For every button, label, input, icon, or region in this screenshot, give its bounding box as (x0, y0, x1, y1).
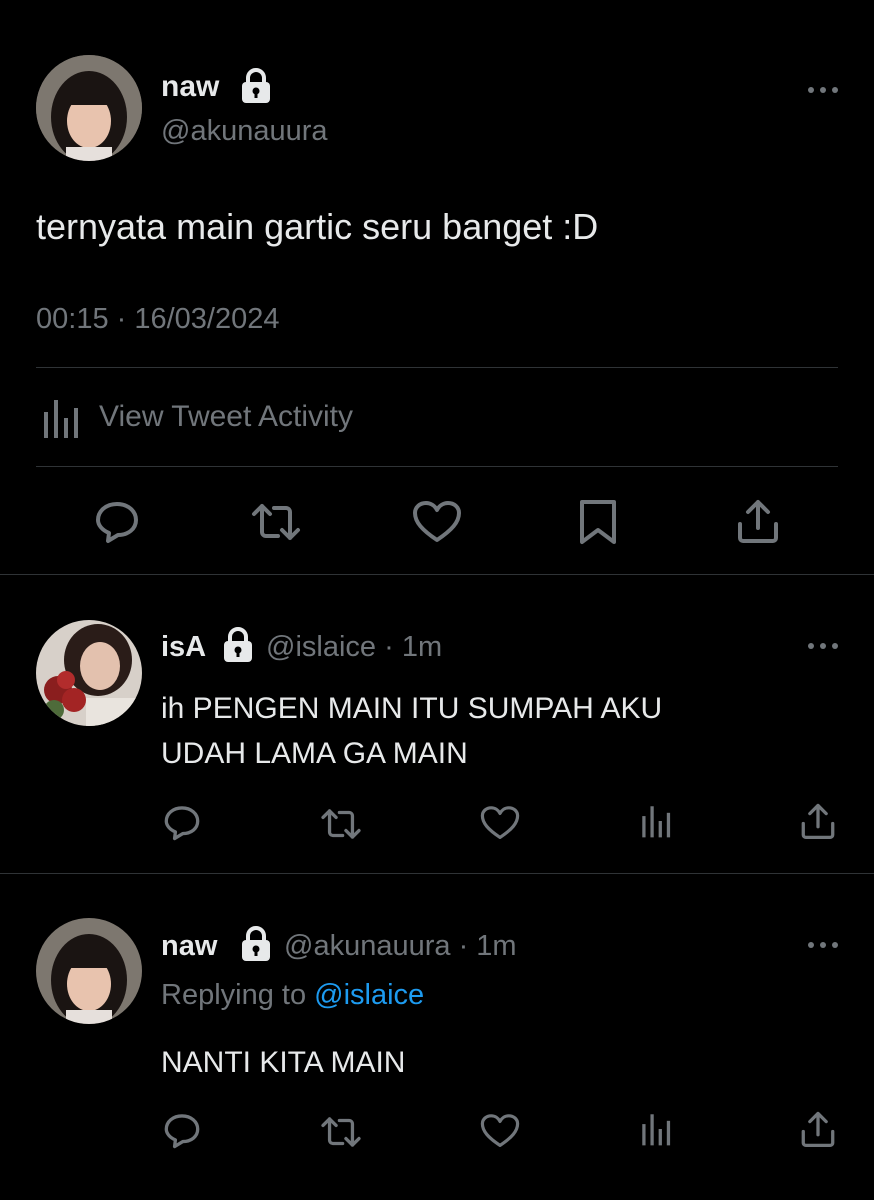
main-display-name[interactable]: naw (161, 70, 219, 104)
avatar-photo-icon (36, 55, 142, 161)
reply-meta: @akunauura · 1m (284, 930, 517, 963)
like-icon[interactable] (412, 500, 462, 544)
more-options-icon[interactable] (806, 636, 840, 656)
like-icon[interactable] (480, 1113, 520, 1149)
retweet-icon[interactable] (248, 500, 304, 544)
replying-to-handle-link[interactable]: @islaice (314, 979, 424, 1011)
share-icon[interactable] (736, 498, 780, 544)
reply-avatar[interactable] (36, 918, 142, 1024)
divider (36, 466, 838, 467)
reply-meta: @islaice · 1m (266, 631, 442, 664)
divider (0, 873, 874, 874)
avatar-photo-icon (36, 918, 142, 1024)
share-icon[interactable] (800, 1110, 836, 1148)
view-tweet-activity-link[interactable]: View Tweet Activity (99, 400, 353, 434)
reply-display-name[interactable]: naw (161, 930, 217, 963)
divider (0, 574, 874, 575)
more-options-icon[interactable] (806, 935, 840, 955)
separator: · (458, 930, 469, 962)
more-options-icon[interactable] (806, 80, 840, 100)
reply-time[interactable]: 1m (476, 930, 516, 962)
reply-time[interactable]: 1m (402, 631, 442, 663)
main-tweet-text: ternyata main gartic seru banget :D (36, 206, 599, 247)
main-avatar[interactable] (36, 55, 142, 161)
separator: · (384, 631, 394, 663)
bookmark-icon[interactable] (578, 498, 618, 546)
like-icon[interactable] (480, 805, 520, 841)
divider (36, 367, 838, 368)
views-icon[interactable] (640, 1111, 674, 1147)
lock-icon (240, 926, 272, 962)
retweet-icon[interactable] (318, 1114, 364, 1150)
replying-to: Replying to @islaice (161, 979, 424, 1012)
lock-icon (222, 627, 254, 663)
reply-avatar[interactable] (36, 620, 142, 726)
lock-icon (240, 68, 272, 104)
retweet-icon[interactable] (318, 806, 364, 842)
reply-text-line: ih PENGEN MAIN ITU SUMPAH AKU (161, 692, 663, 725)
reply-handle[interactable]: @akunauura (284, 930, 451, 962)
replying-to-label: Replying to (161, 979, 307, 1011)
reply-handle[interactable]: @islaice (266, 631, 376, 663)
reply-text: ih PENGEN MAIN ITU SUMPAH AKU UDAH LAMA … (161, 686, 662, 776)
main-handle[interactable]: @akunauura (161, 115, 328, 148)
avatar-photo-icon (36, 620, 142, 726)
analytics-icon[interactable] (42, 396, 82, 440)
reply-icon[interactable] (94, 498, 140, 544)
main-tweet-timestamp: 00:15 · 16/03/2024 (36, 303, 280, 335)
reply-display-name[interactable]: isA (161, 631, 206, 664)
views-icon[interactable] (640, 803, 674, 839)
reply-text-line: UDAH LAMA GA MAIN (161, 737, 468, 770)
reply-text: NANTI KITA MAIN (161, 1046, 406, 1079)
share-icon[interactable] (800, 802, 836, 840)
reply-icon[interactable] (162, 803, 202, 841)
reply-icon[interactable] (162, 1111, 202, 1149)
